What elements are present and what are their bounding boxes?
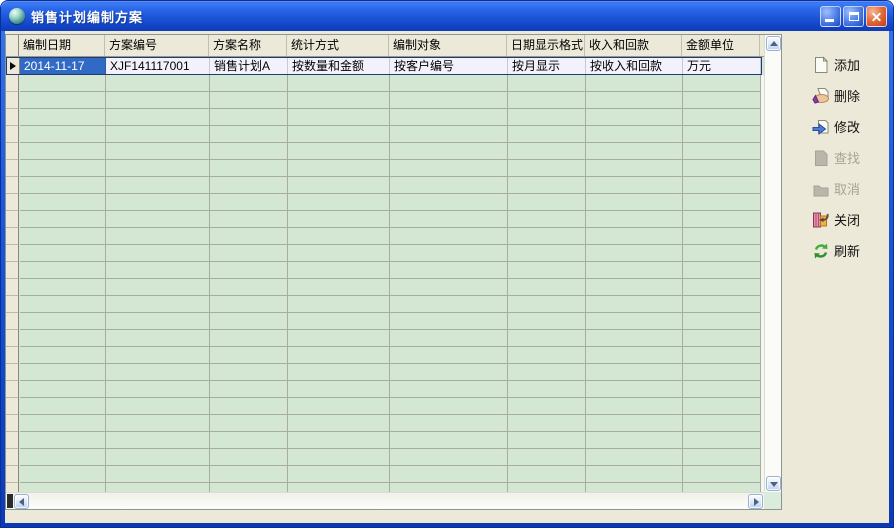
scroll-right-button[interactable] <box>748 494 763 509</box>
client-area: 编制日期方案编号方案名称统计方式编制对象日期显示格式收入和回款金额单位 2014… <box>5 31 889 523</box>
grid-cell[interactable]: 2014-11-17 <box>20 58 106 74</box>
add-icon <box>812 56 830 74</box>
horizontal-scroll-thumb[interactable] <box>7 494 13 508</box>
grid-empty-area <box>20 75 766 492</box>
window-title: 销售计划编制方案 <box>31 7 820 26</box>
data-grid: 编制日期方案编号方案名称统计方式编制对象日期显示格式收入和回款金额单位 2014… <box>5 34 782 510</box>
maximize-icon <box>849 12 859 21</box>
scrollbar-corner <box>764 492 781 509</box>
close-button-label: 关闭 <box>834 210 860 229</box>
grid-cell[interactable]: 按收入和回款 <box>586 58 683 74</box>
grid-column-line <box>389 75 390 492</box>
minimize-icon <box>825 19 834 22</box>
refresh-button[interactable]: 刷新 <box>812 241 889 260</box>
column-header-2[interactable]: 方案编号 <box>105 35 209 56</box>
grid-column-line <box>105 75 106 492</box>
column-header-3[interactable]: 方案名称 <box>209 35 287 56</box>
grid-cell[interactable]: XJF141117001 <box>106 58 210 74</box>
column-header-5[interactable]: 编制对象 <box>389 35 507 56</box>
arrow-down-icon <box>770 482 778 487</box>
find-button-label: 查找 <box>834 148 860 167</box>
cancel-icon <box>812 180 830 198</box>
minimize-button[interactable] <box>820 6 841 27</box>
row-indicator-strip <box>6 75 19 492</box>
grid-header-cells: 编制日期方案编号方案名称统计方式编制对象日期显示格式收入和回款金额单位 <box>19 35 760 56</box>
row-indicator-header <box>6 35 19 56</box>
cancel-button-label: 取消 <box>834 179 860 198</box>
row-indicator-cell <box>7 58 20 74</box>
grid-column-line <box>209 75 210 492</box>
delete-button[interactable]: 删除 <box>812 86 889 105</box>
row-selector-marker <box>10 62 16 70</box>
column-header-4[interactable]: 统计方式 <box>287 35 389 56</box>
grid-cell[interactable]: 销售计划A <box>210 58 288 74</box>
grid-column-line <box>507 75 508 492</box>
find-icon <box>812 149 830 167</box>
grid-cell[interactable]: 按客户编号 <box>390 58 508 74</box>
maximize-button[interactable] <box>843 6 864 27</box>
app-window: 销售计划编制方案 编制日期方案编号方案名称统计方式编制对象日期显示格式收入和回款… <box>0 0 894 528</box>
refresh-button-label: 刷新 <box>834 241 860 260</box>
arrow-right-icon <box>754 498 759 506</box>
delete-button-label: 删除 <box>834 86 860 105</box>
grid-cell[interactable]: 按月显示 <box>508 58 586 74</box>
grid-data-cells: 2014-11-17XJF141117001销售计划A按数量和金额按客户编号按月… <box>20 58 761 74</box>
close-button[interactable]: 关闭 <box>812 210 889 229</box>
grid-column-line <box>585 75 586 492</box>
add-button-label: 添加 <box>834 55 860 74</box>
column-header-6[interactable]: 日期显示格式 <box>507 35 585 56</box>
arrow-left-icon <box>19 498 24 506</box>
modify-button[interactable]: 修改 <box>812 117 889 136</box>
horizontal-scrollbar[interactable] <box>6 492 764 509</box>
action-panel: 添加 删除 修改 查找 取消 关闭 刷新 <box>784 31 889 523</box>
delete-icon <box>812 87 830 105</box>
app-icon <box>9 8 25 24</box>
column-header-7[interactable]: 收入和回款 <box>585 35 682 56</box>
scroll-up-button[interactable] <box>766 36 781 51</box>
close-icon <box>812 211 830 229</box>
grid-column-line <box>682 75 683 492</box>
modify-icon <box>812 118 830 136</box>
scroll-left-button[interactable] <box>14 494 29 509</box>
modify-button-label: 修改 <box>834 117 860 136</box>
scroll-down-button[interactable] <box>766 476 781 491</box>
grid-column-line <box>287 75 288 492</box>
close-window-button[interactable] <box>866 6 887 27</box>
arrow-up-icon <box>770 41 778 46</box>
title-bar[interactable]: 销售计划编制方案 <box>1 1 893 31</box>
vertical-scrollbar[interactable] <box>764 35 781 492</box>
grid-cell[interactable]: 按数量和金额 <box>288 58 390 74</box>
window-controls <box>820 6 887 27</box>
grid-cell[interactable]: 万元 <box>683 58 761 74</box>
column-header-8[interactable]: 金额单位 <box>682 35 760 56</box>
cancel-button: 取消 <box>812 179 889 198</box>
column-header-1[interactable]: 编制日期 <box>19 35 105 56</box>
add-button[interactable]: 添加 <box>812 55 889 74</box>
grid-header-row: 编制日期方案编号方案名称统计方式编制对象日期显示格式收入和回款金额单位 <box>6 35 765 57</box>
grid-selected-row[interactable]: 2014-11-17XJF141117001销售计划A按数量和金额按客户编号按月… <box>6 57 762 75</box>
find-button: 查找 <box>812 148 889 167</box>
refresh-icon <box>812 242 830 260</box>
